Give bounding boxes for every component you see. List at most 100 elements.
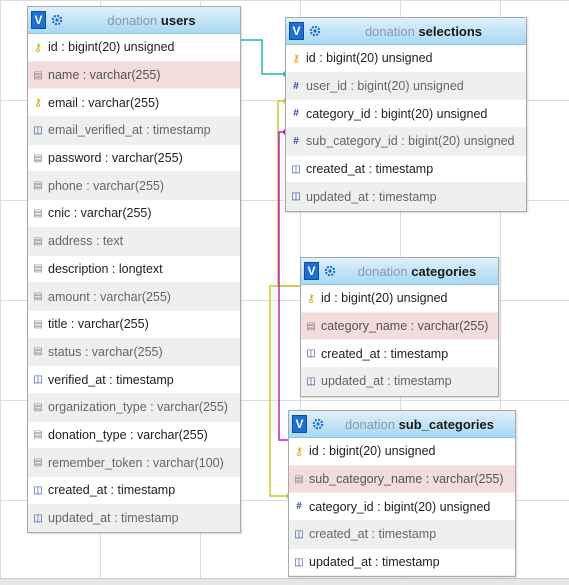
text-column-icon: ▤ (294, 473, 304, 485)
column-label: category_id : bigint(20) unsigned (306, 106, 488, 121)
column-list: ⚷ id : bigint(20) unsigned ▤ sub_category_n… (289, 438, 515, 577)
text-column-icon: ▤ (33, 207, 43, 219)
key-icon: ⚷ (291, 52, 301, 65)
table-title: donation sub_categories (324, 417, 515, 432)
date-column-icon: ◫ (291, 163, 301, 175)
column-label: id : bigint(20) unsigned (309, 444, 436, 459)
table-header-users[interactable]: V donation users (28, 7, 240, 34)
text-column-icon: ▤ (33, 291, 43, 303)
date-column-icon: ◫ (33, 512, 43, 524)
column-label: updated_at : timestamp (48, 511, 179, 526)
column-row[interactable]: ⚷ id : bigint(20) unsigned (301, 285, 498, 313)
column-label: email : varchar(255) (48, 95, 160, 110)
column-row[interactable]: ▤ cnic : varchar(255) (28, 200, 240, 228)
column-label: category_name : varchar(255) (321, 319, 489, 334)
column-row[interactable]: # user_id : bigint(20) unsigned (286, 72, 526, 101)
column-row[interactable]: ◫ updated_at : timestamp (289, 549, 515, 577)
table-header-categories[interactable]: V donation categories (301, 258, 498, 285)
column-list: ⚷ id : bigint(20) unsigned ▤ category_name … (301, 285, 498, 396)
column-row[interactable]: ◫ verified_at : timestamp (28, 366, 240, 394)
column-list: ⚷ id : bigint(20) unsigned # user_id : bigi… (286, 45, 526, 212)
column-row[interactable]: ◫ created_at : timestamp (286, 156, 526, 184)
column-label: verified_at : timestamp (48, 372, 174, 387)
column-row[interactable]: ◫ updated_at : timestamp (28, 504, 240, 533)
number-column-icon: # (293, 108, 299, 120)
text-column-icon: ▤ (33, 457, 43, 469)
number-column-icon: # (293, 135, 299, 147)
table-users[interactable]: V donation users ⚷ id : bigint(20) unsign… (27, 6, 241, 534)
column-row[interactable]: ◫ created_at : timestamp (289, 521, 515, 549)
column-label: id : bigint(20) unsigned (48, 40, 175, 55)
column-row[interactable]: ⚷ email : varchar(255) (28, 89, 240, 118)
text-column-icon: ▤ (33, 263, 43, 275)
column-label: created_at : timestamp (321, 346, 449, 361)
column-row[interactable]: ▤ amount : varchar(255) (28, 283, 240, 311)
column-label: created_at : timestamp (306, 162, 434, 177)
column-row[interactable]: ⚷ id : bigint(20) unsigned (28, 34, 240, 62)
column-label: donation_type : varchar(255) (48, 427, 208, 442)
text-column-icon: ▤ (33, 318, 43, 330)
column-row[interactable]: ◫ updated_at : timestamp (301, 368, 498, 396)
column-row[interactable]: # sub_category_id : bigint(20) unsigned (286, 128, 526, 156)
table-name: selections (418, 23, 483, 39)
date-column-icon: ◫ (294, 528, 304, 540)
column-label: created_at : timestamp (309, 527, 437, 542)
column-row[interactable]: ▤ title : varchar(255) (28, 311, 240, 339)
collapse-toggle-button[interactable]: V (31, 11, 46, 29)
table-header-sub-categories[interactable]: V donation sub_categories (289, 411, 515, 438)
column-row[interactable]: ⚷ id : bigint(20) unsigned (289, 438, 515, 466)
column-label: address : text (48, 234, 124, 249)
text-column-icon: ▤ (33, 235, 43, 247)
date-column-icon: ◫ (291, 191, 301, 203)
gear-icon[interactable] (311, 418, 324, 431)
column-row[interactable]: ▤ category_name : varchar(255) (301, 312, 498, 341)
column-row[interactable]: ▤ sub_category_name : varchar(255) (289, 465, 515, 494)
column-row[interactable]: # category_id : bigint(20) unsigned (289, 493, 515, 522)
date-column-icon: ◫ (33, 374, 43, 386)
text-column-icon: ▤ (33, 401, 43, 413)
collapse-toggle-button[interactable]: V (304, 262, 319, 280)
column-label: updated_at : timestamp (309, 555, 440, 570)
column-row[interactable]: ▤ phone : varchar(255) (28, 172, 240, 201)
column-row[interactable]: ◫ email_verified_at : timestamp (28, 117, 240, 145)
column-row[interactable]: ▤ remember_token : varchar(100) (28, 449, 240, 477)
collapse-toggle-button[interactable]: V (289, 22, 304, 40)
column-label: category_id : bigint(20) unsigned (309, 499, 491, 514)
collapse-toggle-button[interactable]: V (292, 415, 307, 433)
key-icon: ⚷ (33, 41, 43, 54)
gear-icon[interactable] (323, 265, 336, 278)
table-title: donation selections (321, 24, 526, 39)
column-row[interactable]: ⚷ id : bigint(20) unsigned (286, 45, 526, 73)
column-label: user_id : bigint(20) unsigned (306, 79, 464, 94)
column-row[interactable]: ◫ created_at : timestamp (301, 340, 498, 369)
column-row[interactable]: ◫ created_at : timestamp (28, 477, 240, 505)
column-label: id : bigint(20) unsigned (306, 51, 433, 66)
column-row[interactable]: # category_id : bigint(20) unsigned (286, 100, 526, 129)
relation-line-user-id (240, 39, 286, 75)
text-column-icon: ▤ (33, 152, 43, 164)
date-column-icon: ◫ (306, 348, 316, 360)
gear-icon[interactable] (50, 14, 63, 27)
column-label: organization_type : varchar(255) (48, 400, 228, 415)
date-column-icon: ◫ (33, 484, 43, 496)
date-column-icon: ◫ (294, 556, 304, 568)
column-row[interactable]: ▤ donation_type : varchar(255) (28, 422, 240, 450)
number-column-icon: # (296, 501, 302, 513)
table-name: categories (411, 263, 477, 279)
date-column-icon: ◫ (33, 124, 43, 136)
column-row[interactable]: ▤ description : longtext (28, 256, 240, 284)
text-column-icon: ▤ (306, 320, 316, 332)
gear-icon[interactable] (308, 25, 321, 38)
column-row[interactable]: ▤ password : varchar(255) (28, 145, 240, 173)
column-row[interactable]: ▤ organization_type : varchar(255) (28, 393, 240, 422)
database-name: donation (345, 416, 395, 432)
column-row[interactable]: ▤ status : varchar(255) (28, 338, 240, 367)
column-row[interactable]: ▤ address : text (28, 227, 240, 256)
column-row[interactable]: ◫ updated_at : timestamp (286, 183, 526, 212)
table-categories[interactable]: V donation categories ⚷ id : bigint(20) u… (300, 257, 499, 397)
column-row[interactable]: ▤ name : varchar(255) (28, 61, 240, 90)
table-header-selections[interactable]: V donation selections (286, 18, 526, 45)
column-label: phone : varchar(255) (48, 178, 165, 193)
table-sub-categories[interactable]: V donation sub_categories ⚷ id : bigint(2… (288, 410, 516, 578)
table-selections[interactable]: V donation selections ⚷ id : bigint(20) u… (285, 17, 527, 213)
